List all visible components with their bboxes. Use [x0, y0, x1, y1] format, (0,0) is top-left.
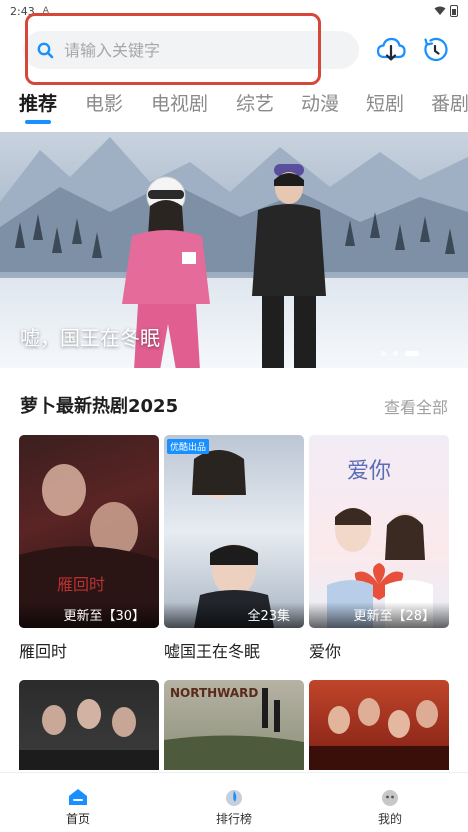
card-title: 雁回时 [19, 642, 68, 661]
profile-icon [382, 790, 398, 806]
home-icon [69, 789, 87, 805]
search-row [0, 31, 468, 69]
banner-pagination [381, 351, 419, 356]
tree [395, 224, 405, 250]
episode-badge: 更新至【28】 [309, 602, 449, 628]
drama-card[interactable]: 爱你 更新至【28】 爱你 [309, 435, 449, 662]
tree [52, 227, 62, 253]
search-icon [37, 42, 54, 58]
tab-variety[interactable]: 综艺 [236, 89, 274, 116]
tree [15, 222, 25, 248]
tab-tv-series[interactable]: 电视剧 [151, 89, 208, 116]
tab-movies[interactable]: 电影 [85, 89, 123, 116]
nav-label: 我的 [377, 812, 402, 826]
poster-art [19, 699, 159, 770]
tree [420, 216, 430, 242]
tree [345, 220, 355, 246]
section-header: 萝卜最新热剧2025 查看全部 [0, 392, 468, 418]
drama-card[interactable] [309, 680, 449, 770]
active-tab-indicator [25, 120, 51, 124]
poster-logo-text: 爱你 [347, 459, 392, 484]
nav-profile[interactable]: 我的 [350, 787, 430, 827]
poster-art [309, 698, 449, 770]
poster-row2-2: NORTHWARD [164, 680, 304, 770]
poster-art [19, 464, 159, 628]
poster-ai-ni: 爱你 更新至【28】 [309, 435, 449, 628]
drama-card[interactable]: 优酷出品 全23集 嘘国王在冬眠 [164, 435, 304, 662]
poster-yanhuishi: 雁回时 更新至【30】 [19, 435, 159, 628]
pagination-dot-active[interactable] [405, 351, 419, 356]
episode-badge: 全23集 [164, 602, 304, 628]
wifi-icon [434, 6, 446, 15]
poster-art [192, 450, 274, 628]
poster-row2-1 [19, 680, 159, 770]
poster-logo-text: 雁回时 [57, 575, 106, 594]
cloud-download-icon[interactable] [376, 37, 406, 63]
tab-recommend[interactable]: 推荐 [19, 89, 57, 116]
tab-bangumi[interactable]: 番剧 [431, 89, 468, 116]
tree [72, 218, 82, 244]
episode-badge: 更新至【30】 [19, 602, 159, 628]
ranking-icon [226, 790, 242, 806]
hero-banner[interactable]: 嘘，国王在冬眠 [0, 132, 468, 368]
tree [33, 214, 43, 240]
notification-icon: A [42, 6, 49, 16]
status-bar: 2:43 A [0, 0, 468, 22]
nav-ranking[interactable]: 排行榜 [194, 787, 274, 827]
studio-tag: 优酷出品 [167, 439, 210, 454]
pagination-dot[interactable] [381, 351, 386, 356]
status-icons [434, 5, 458, 17]
category-tabs: 推荐 电影 电视剧 综艺 动漫 短剧 番剧 [0, 89, 468, 125]
drama-card[interactable]: NORTHWARD [164, 680, 304, 770]
bottom-nav: 首页 排行榜 我的 [0, 772, 468, 832]
search-box[interactable] [23, 31, 359, 69]
tree [92, 232, 102, 258]
drama-card[interactable] [19, 680, 159, 770]
poster-xu-guowang: 优酷出品 全23集 [164, 435, 304, 628]
card-title: 嘘国王在冬眠 [164, 642, 261, 661]
nav-label: 排行榜 [215, 812, 252, 826]
nav-label: 首页 [65, 812, 90, 826]
battery-icon [450, 5, 458, 17]
person-black-jacket [252, 164, 326, 368]
status-time: 2:43 [10, 4, 35, 18]
mountain-silhouette [0, 137, 468, 272]
poster-art [164, 688, 304, 770]
see-all-link[interactable]: 查看全部 [384, 394, 448, 418]
drama-card[interactable]: 雁回时 更新至【30】 雁回时 [19, 435, 159, 662]
tab-anime[interactable]: 动漫 [301, 89, 339, 116]
history-clock-icon[interactable] [422, 35, 448, 65]
poster-row2-3 [309, 680, 449, 770]
tab-short-drama[interactable]: 短剧 [366, 89, 404, 116]
card-title: 爱你 [309, 642, 342, 661]
tree [445, 228, 455, 254]
tree [370, 212, 380, 238]
search-input[interactable] [64, 40, 294, 60]
nav-home[interactable]: 首页 [38, 787, 118, 827]
pagination-dot[interactable] [393, 351, 398, 356]
banner-title: 嘘，国王在冬眠 [20, 326, 160, 350]
section-title: 萝卜最新热剧2025 [20, 396, 179, 417]
